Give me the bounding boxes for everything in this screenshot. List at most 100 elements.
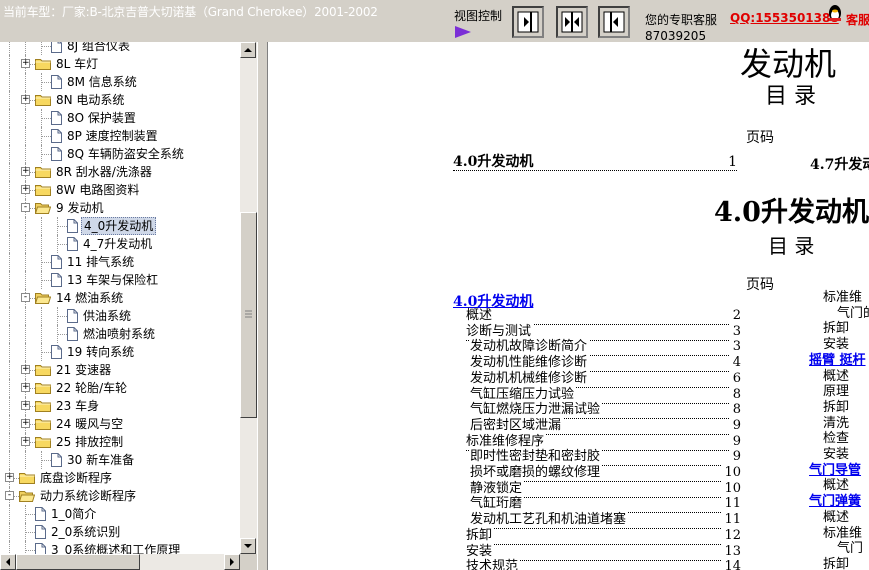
tree-item[interactable]: 13 车架与保险杠 [0, 271, 240, 289]
expand-icon[interactable]: + [21, 383, 30, 392]
expand-icon[interactable]: + [21, 365, 30, 374]
toc-entry[interactable]: 拆卸 12 [466, 527, 741, 545]
tree-item[interactable]: +23 车身 [0, 397, 240, 415]
toc-right-item[interactable]: 安装 [823, 447, 849, 463]
show-both-panes-button[interactable] [556, 6, 588, 38]
toc-entry[interactable]: 安装 13 [466, 543, 741, 561]
collapse-icon[interactable]: - [5, 491, 14, 500]
tree-item[interactable]: 8Q 车辆防盗安全系统 [0, 145, 240, 163]
tree-item[interactable]: 11 排气系统 [0, 253, 240, 271]
tree-connector [9, 145, 10, 163]
toc-right-item[interactable]: 安装 [823, 337, 849, 353]
tree-connector [57, 217, 58, 235]
toc-entry[interactable]: 后密封区域泄漏 9 [470, 417, 741, 435]
qq-penguin-icon[interactable] [826, 2, 844, 22]
tree-item[interactable]: 30 新车准备 [0, 451, 240, 469]
toc-entry-title: 技术规范 [466, 559, 521, 570]
toc-entry[interactable]: 发动机性能维修诊断 4 [470, 355, 741, 373]
tree-connector [9, 127, 10, 145]
toc-right-item[interactable]: 气门的 [837, 306, 869, 322]
document-icon [51, 129, 62, 143]
expand-icon[interactable]: + [21, 401, 30, 410]
tree-connector [9, 235, 10, 253]
tree-item-label: 23 车身 [56, 399, 100, 413]
expand-icon[interactable]: + [21, 95, 30, 104]
toc-right-link[interactable]: 摇臂 挺杆 [809, 353, 866, 369]
tree-item[interactable]: +8N 电动系统 [0, 91, 240, 109]
toc-right-item[interactable]: 拆卸 [823, 400, 849, 416]
collapse-icon[interactable]: - [21, 293, 30, 302]
scroll-left-button[interactable] [0, 554, 16, 570]
toc-right-item[interactable]: 标准维 [823, 526, 862, 542]
tree-item[interactable]: - 9 发动机 [0, 199, 240, 217]
qq-service-tail[interactable]: 客服 [846, 11, 869, 28]
toc-entry[interactable]: 发动机故障诊断简介 3 [470, 339, 741, 357]
toc-entry[interactable]: 概述 2 [466, 308, 741, 325]
tree-item[interactable]: +24 暖风与空 [0, 415, 240, 433]
tree-connector [57, 316, 67, 317]
qq-link[interactable]: QQ:1553501388 [730, 11, 839, 25]
tree-item[interactable]: 8P 速度控制装置 [0, 127, 240, 145]
tree-item[interactable]: + 底盘诊断程序 [0, 469, 240, 487]
vertical-scroll-thumb[interactable] [240, 212, 257, 418]
collapse-icon[interactable]: - [21, 203, 30, 212]
tree-item[interactable]: 8J 组合仪表 [0, 42, 240, 55]
expand-icon[interactable]: + [21, 167, 30, 176]
tree-item[interactable]: +25 排放控制 [0, 433, 240, 451]
toc-right-item[interactable]: 清洗 [823, 416, 849, 432]
expand-icon[interactable]: + [21, 185, 30, 194]
tree-item[interactable]: +8L 车灯 [0, 55, 240, 73]
toc-entry-top[interactable]: 4.0升发动机 1 [453, 154, 737, 171]
toc-right-item[interactable]: 原理 [823, 384, 849, 400]
toc-entry-top-right[interactable]: 4.7升发动 [810, 154, 869, 174]
tree-connector [41, 136, 51, 137]
toc-right-item[interactable]: 标准维 [823, 290, 862, 306]
expand-icon[interactable]: + [21, 437, 30, 446]
scroll-down-button[interactable] [240, 538, 256, 554]
horizontal-scroll-thumb[interactable] [16, 554, 140, 570]
tree-item[interactable]: 4_0升发动机 [0, 217, 240, 235]
tree-item[interactable]: 8M 信息系统 [0, 73, 240, 91]
expand-icon[interactable]: + [21, 419, 30, 428]
doc-subtitle: 目 录 [765, 84, 816, 109]
expand-icon[interactable]: + [21, 59, 30, 68]
toc-entry[interactable]: 发动机工艺孔和机油道堵塞 11 [470, 512, 741, 530]
toc-entry[interactable]: 气缸珩磨 11 [470, 496, 741, 514]
scroll-up-button[interactable] [240, 42, 256, 58]
expand-icon[interactable]: + [5, 473, 14, 482]
toc-entry[interactable]: 损坏或磨损的螺纹修理 10 [470, 465, 741, 482]
tree-item[interactable]: 2_0系统识别 [0, 523, 240, 541]
toc-right-item[interactable]: 拆卸 [823, 557, 849, 570]
toc-entry[interactable]: 技术规范 14 [466, 559, 741, 570]
tree-item[interactable]: 供油系统 [0, 307, 240, 325]
toc-right-item[interactable]: 检查 [823, 431, 849, 447]
pane-splitter[interactable] [257, 42, 268, 570]
toc-entry[interactable]: 即时性密封垫和密封胶 9 [470, 449, 741, 467]
tree-item[interactable]: - 动力系统诊断程序 [0, 487, 240, 505]
toc-right-link[interactable]: 气门导管 [809, 463, 861, 479]
tree-item[interactable]: +21 变速器 [0, 361, 240, 379]
scroll-right-button[interactable] [224, 554, 240, 570]
tree-item[interactable]: 1_0简介 [0, 505, 240, 523]
tree-item[interactable]: - 14 燃油系统 [0, 289, 240, 307]
tree-item[interactable]: 4_7升发动机 [0, 235, 240, 253]
tree-item[interactable]: 燃油喷射系统 [0, 325, 240, 343]
toc-right-item[interactable]: 拆卸 [823, 321, 849, 337]
toc-right-item[interactable]: 概述 [823, 369, 849, 385]
tree-item[interactable]: +8R 刮水器/洗涤器 [0, 163, 240, 181]
toc-right-item[interactable]: 气门 [837, 541, 863, 557]
tree-item[interactable]: +8W 电路图资料 [0, 181, 240, 199]
toc-entry[interactable]: 气缸压缩压力试验 8 [470, 386, 741, 404]
tree-vertical-scrollbar[interactable] [240, 42, 257, 554]
toc-right-item[interactable]: 概述 [823, 478, 849, 494]
tree-item[interactable]: 19 转向系统 [0, 343, 240, 361]
tree-item[interactable]: 8O 保护装置 [0, 109, 240, 127]
toc-right-link[interactable]: 气门弹簧 [809, 494, 861, 510]
show-left-pane-button[interactable] [598, 6, 630, 38]
show-right-pane-button[interactable] [512, 6, 544, 38]
toc-entry[interactable]: 气缸燃烧压力泄漏试验 8 [470, 402, 741, 420]
tree-item[interactable]: +22 轮胎/车轮 [0, 379, 240, 397]
toc-right-item[interactable]: 概述 [823, 510, 849, 526]
toc-entry[interactable]: 发动机机械维修诊断 6 [470, 370, 741, 388]
tree-horizontal-scrollbar[interactable] [0, 554, 240, 570]
